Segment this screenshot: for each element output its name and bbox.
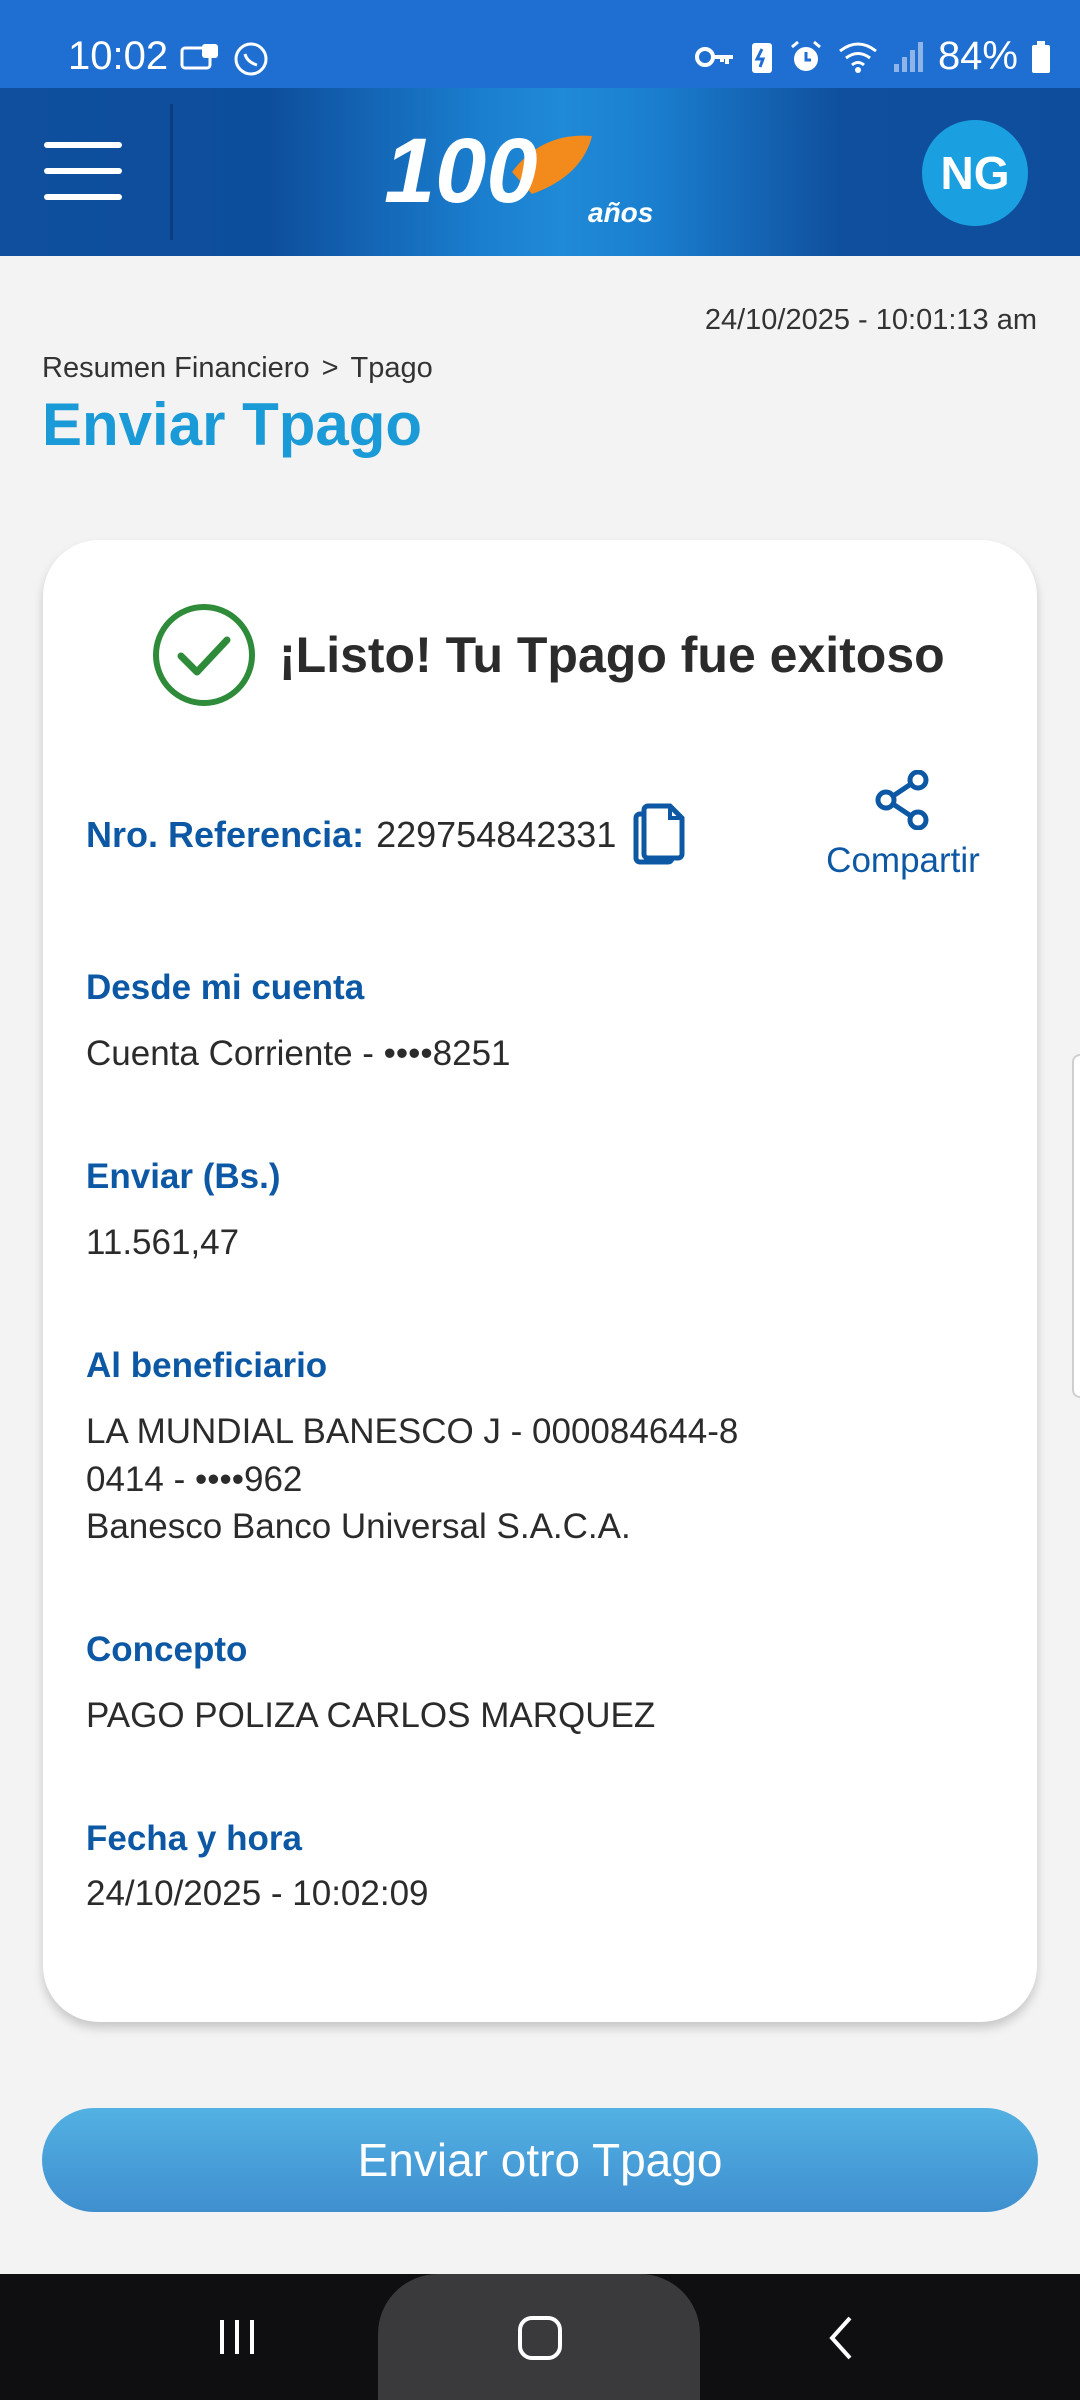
breadcrumb: Resumen Financiero > Tpago: [42, 352, 445, 385]
check-circle-icon: [153, 604, 255, 706]
notification-icon: [180, 44, 218, 70]
concept-value: PAGO POLIZA CARLOS MARQUEZ: [86, 1696, 656, 1735]
status-time: 10:02: [68, 34, 169, 78]
brand-logo: 100 años: [384, 118, 664, 230]
svg-text:años: años: [588, 197, 653, 228]
svg-text:100: 100: [384, 120, 538, 222]
from-account-value: Cuenta Corriente - ••••8251: [86, 1034, 511, 1073]
status-bar: 10:02 84%: [0, 0, 1080, 88]
whatsapp-icon: [234, 42, 268, 76]
breadcrumb-separator: >: [321, 352, 339, 384]
beneficiary-name: LA MUNDIAL BANESCO J - 000084644-8: [86, 1412, 739, 1451]
breadcrumb-item-tpago: Tpago: [350, 352, 433, 384]
share-button[interactable]: Compartir: [818, 769, 988, 881]
status-right: 84%: [694, 34, 1052, 79]
receipt-card: ¡Listo! Tu Tpago fue exitoso Nro. Refere…: [43, 540, 1037, 2022]
datetime-label: Fecha y hora: [86, 1819, 302, 1858]
battery-saver-icon: [751, 42, 772, 73]
page-timestamp: 24/10/2025 - 10:01:13 am: [704, 304, 1037, 336]
beneficiary-label: Al beneficiario: [86, 1346, 328, 1385]
amount-value: 11.561,47: [86, 1223, 240, 1262]
breadcrumb-item-resumen[interactable]: Resumen Financiero: [42, 352, 310, 384]
reference-value: 229754842331: [376, 814, 617, 855]
header-divider: [170, 104, 173, 240]
recent-apps-icon[interactable]: [214, 2314, 260, 2360]
system-nav-bar: [0, 2274, 1080, 2400]
share-label: Compartir: [826, 841, 980, 880]
app-header: 100 años NG: [0, 88, 1080, 256]
reference-row: Nro. Referencia: 229754842331: [86, 802, 688, 868]
battery-icon: [1032, 40, 1050, 73]
success-title: ¡Listo! Tu Tpago fue exitoso: [279, 627, 945, 683]
copy-icon[interactable]: [632, 802, 688, 868]
signal-icon: [893, 41, 923, 72]
edge-panel-handle[interactable]: [1072, 1054, 1080, 1398]
home-icon[interactable]: [514, 2312, 566, 2364]
battery-percent: 84%: [937, 34, 1018, 78]
status-left-icons: [180, 40, 270, 78]
menu-button[interactable]: [44, 142, 122, 202]
wifi-icon: [839, 42, 877, 73]
send-another-button[interactable]: Enviar otro Tpago: [42, 2108, 1038, 2212]
beneficiary-phone: 0414 - ••••962: [86, 1460, 303, 1499]
beneficiary-bank: Banesco Banco Universal S.A.C.A.: [86, 1507, 631, 1546]
success-header: ¡Listo! Tu Tpago fue exitoso: [151, 602, 945, 708]
amount-label: Enviar (Bs.): [86, 1157, 281, 1196]
concept-label: Concepto: [86, 1630, 248, 1669]
from-account-label: Desde mi cuenta: [86, 968, 365, 1007]
datetime-value: 24/10/2025 - 10:02:09: [86, 1874, 429, 1913]
share-icon: [875, 769, 929, 831]
key-icon: [694, 46, 733, 67]
page-title: Enviar Tpago: [42, 391, 423, 458]
alarm-icon: [790, 40, 821, 71]
user-avatar[interactable]: NG: [922, 120, 1028, 226]
reference-label: Nro. Referencia:: [86, 814, 365, 855]
back-icon[interactable]: [822, 2312, 862, 2364]
